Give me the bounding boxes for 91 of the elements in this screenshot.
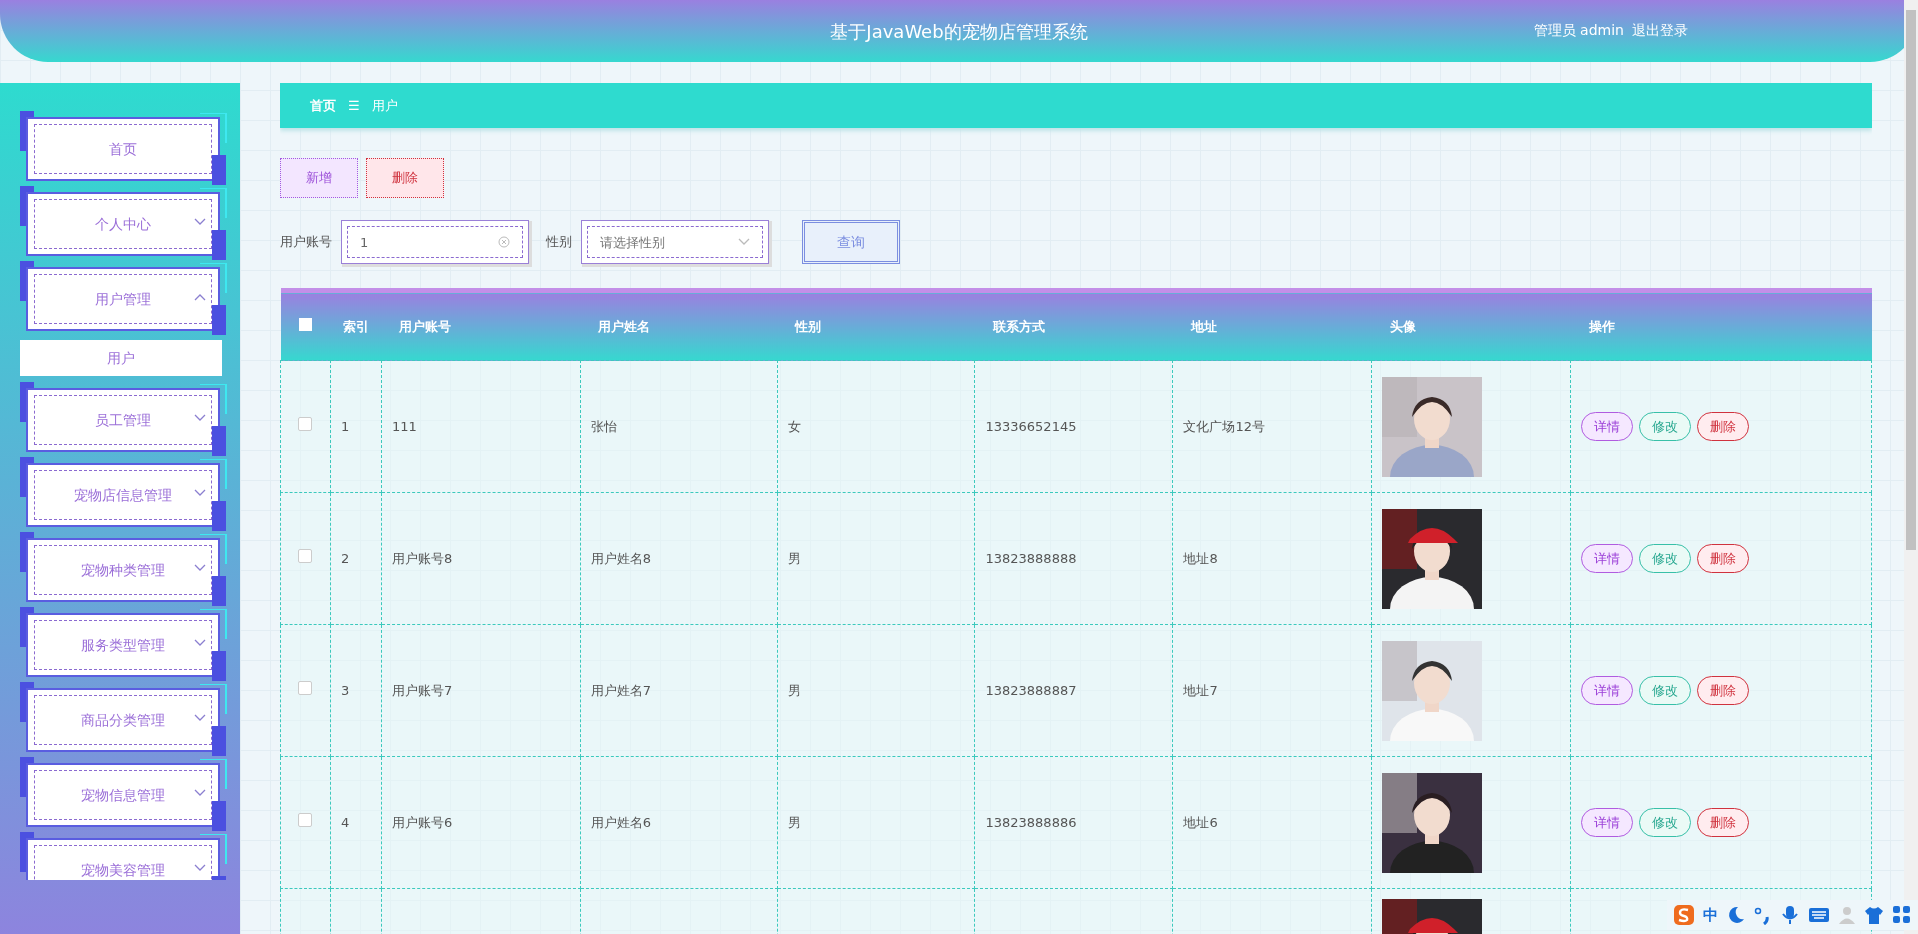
table-cell: 用户账号7 [391, 682, 453, 698]
app-title: 基于JavaWeb的宠物店管理系统 [830, 19, 1088, 44]
table-cell: 地址6 [1183, 814, 1218, 830]
table-cell: 4 [340, 814, 350, 830]
table-cell: 1 [340, 418, 350, 434]
table-cell: 111 [391, 418, 417, 434]
table-cell: 张怡 [590, 418, 617, 434]
row-checkbox[interactable] [298, 812, 313, 827]
edit-button[interactable]: 修改 [1639, 543, 1692, 574]
column-header: 用户姓名 [598, 318, 651, 334]
menu-item[interactable]: 商品分类管理 [26, 688, 220, 752]
keyboard-icon [1808, 905, 1830, 925]
table-cell: 13823888888 [985, 550, 1077, 566]
admin-label: 管理员 admin [1533, 21, 1624, 40]
scrollbar[interactable] [1904, 0, 1918, 934]
table-cell: 用户账号6 [391, 814, 453, 830]
edit-button[interactable]: 修改 [1639, 675, 1692, 706]
table-cell: 地址8 [1183, 550, 1218, 566]
table-cell: 13823888887 [985, 682, 1077, 698]
field-label: 用户账号 [280, 233, 332, 252]
menu-item[interactable]: 员工管理 [26, 388, 220, 452]
table-cell: 男 [787, 682, 801, 698]
column-header: 地址 [1190, 318, 1217, 334]
delete-button[interactable]: 删除 [1697, 675, 1750, 706]
ime-logo-icon [1673, 904, 1695, 926]
corner-decoration-drawing [200, 459, 228, 531]
breadcrumb-current: 用户 [371, 96, 398, 115]
punctuation-icon [1754, 905, 1772, 925]
column-header: 联系方式 [992, 318, 1045, 334]
microphone-icon [1780, 905, 1800, 925]
submenu-item[interactable]: 用户 [20, 340, 222, 376]
corner-decoration-drawing [200, 263, 228, 335]
column-header: 操作 [1588, 318, 1615, 334]
table-cell: 2 [340, 550, 350, 566]
details-button[interactable]: 详情 [1581, 543, 1634, 574]
breadcrumb-separator: ☰ [348, 96, 360, 115]
corner-decoration-drawing [200, 534, 228, 606]
table-cell: 13823888886 [985, 814, 1077, 830]
moon-icon [1726, 905, 1746, 925]
chevron-down-icon [738, 238, 750, 246]
table-cell: 用户姓名6 [590, 814, 652, 830]
table-cell: 文化广场12号 [1183, 418, 1265, 434]
edit-button[interactable]: 修改 [1639, 807, 1692, 838]
clear-icon [498, 236, 510, 248]
details-button[interactable]: 详情 [1581, 675, 1634, 706]
search-button[interactable]: 查询 [802, 220, 900, 264]
details-button[interactable]: 详情 [1581, 411, 1634, 442]
add-button[interactable]: 新增 [280, 158, 358, 198]
delete-button[interactable]: 删除 [1697, 807, 1750, 838]
details-button[interactable]: 详情 [1581, 807, 1634, 838]
logout-link[interactable]: 退出登录 [1632, 20, 1688, 41]
edit-button[interactable]: 修改 [1639, 411, 1692, 442]
field-label: 性别 [546, 233, 572, 252]
menu-item[interactable]: 个人中心 [26, 192, 220, 256]
select-all-checkbox[interactable] [299, 317, 312, 331]
shirt-icon [1864, 905, 1884, 925]
menu-item[interactable]: 用户管理 [26, 267, 220, 331]
grid-icon [1892, 905, 1912, 925]
column-header: 用户账号 [399, 318, 452, 334]
table-cell: 用户姓名7 [590, 682, 652, 698]
table-cell: 女 [787, 418, 801, 434]
corner-decoration-drawing [200, 384, 228, 456]
user-icon [1838, 905, 1856, 925]
menu-item[interactable]: 宠物信息管理 [26, 763, 220, 827]
table-cell: 用户账号8 [391, 550, 453, 566]
table-cell: 用户姓名8 [590, 550, 652, 566]
table-cell: 男 [787, 550, 801, 566]
corner-decoration-drawing [200, 113, 228, 185]
row-checkbox[interactable] [298, 548, 313, 563]
table-cell: 地址7 [1183, 682, 1218, 698]
corner-decoration-drawing [200, 684, 228, 756]
column-header: 头像 [1389, 318, 1416, 334]
table-cell: 3 [340, 682, 350, 698]
menu-item[interactable]: 宠物店信息管理 [26, 463, 220, 527]
corner-decoration-drawing [200, 188, 228, 260]
menu-item[interactable]: 服务类型管理 [26, 613, 220, 677]
delete-button[interactable]: 删除 [1697, 411, 1750, 442]
ime-mode-label[interactable]: 中 [1703, 903, 1718, 927]
table-cell: 13336652145 [985, 418, 1077, 434]
row-checkbox[interactable] [298, 416, 313, 431]
column-header: 性别 [795, 318, 822, 334]
row-checkbox[interactable] [298, 680, 313, 695]
corner-decoration-drawing [200, 759, 228, 831]
table-cell: 男 [787, 814, 801, 830]
menu-item[interactable]: 宠物种类管理 [26, 538, 220, 602]
menu-item[interactable]: 首页 [26, 117, 220, 181]
column-header: 索引 [342, 318, 369, 334]
menu-item[interactable]: 宠物美容管理 [26, 838, 220, 880]
delete-button[interactable]: 删除 [366, 158, 444, 198]
delete-button[interactable]: 删除 [1697, 543, 1750, 574]
corner-decoration-drawing [200, 609, 228, 681]
